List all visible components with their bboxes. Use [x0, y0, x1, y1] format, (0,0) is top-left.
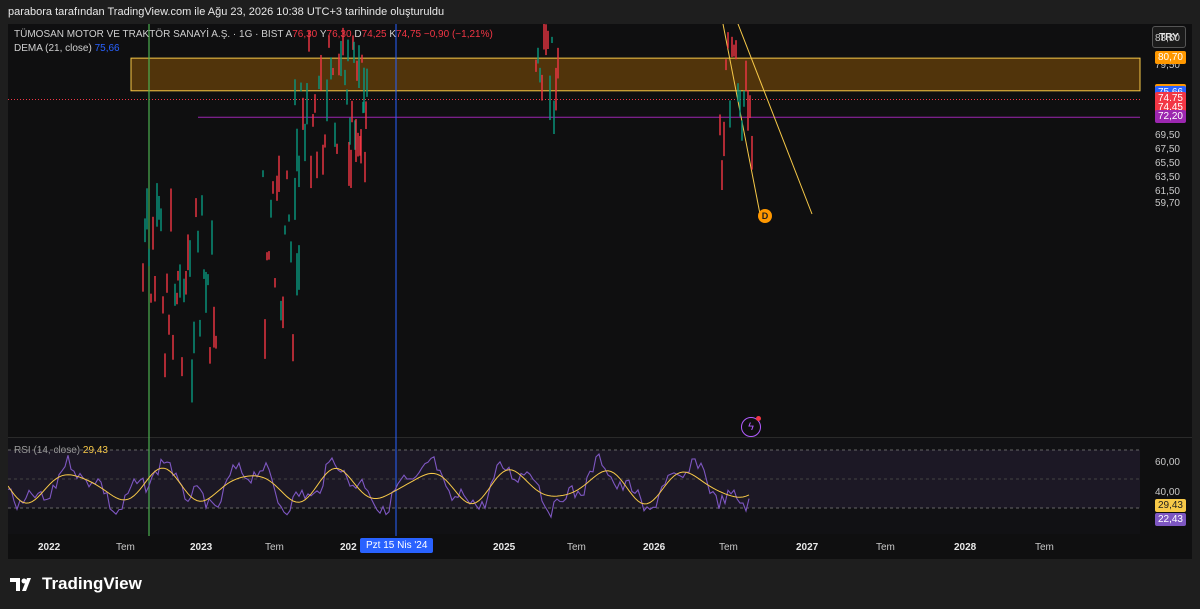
time-tick: Tem: [1035, 542, 1054, 553]
price-tick: 63,50: [1154, 171, 1180, 183]
time-tick: 2025: [493, 542, 516, 553]
price-badge: 72,20: [1154, 110, 1186, 124]
time-tick: 2027: [796, 542, 819, 553]
low-value: 74,25: [361, 29, 387, 40]
change-value: −0,90 (−1,21%): [423, 29, 493, 40]
footer: TradingView: [0, 559, 1200, 609]
top-caption-bar: parabora tarafından TradingView.com ile …: [0, 0, 1200, 24]
alert-dot-icon: [756, 416, 761, 421]
time-tick: Tem: [567, 542, 586, 553]
price-tick: 83,50: [1154, 32, 1180, 44]
dema-value: 75,66: [94, 43, 120, 54]
high-value: 76,30: [326, 29, 352, 40]
time-tick: Tem: [876, 542, 895, 553]
tradingview-logo-icon: [10, 578, 31, 591]
rsi-badge: 22,43: [1154, 513, 1186, 526]
trendline-1: [722, 24, 761, 215]
time-tick: 202: [340, 542, 357, 553]
time-tick: 2028: [954, 542, 977, 553]
rsi-legend[interactable]: RSI (14, close) 29,43: [14, 445, 108, 456]
price-badge: 80,70: [1154, 51, 1186, 65]
rsi-tick: 60,00: [1154, 457, 1180, 468]
time-tick: 2023: [190, 542, 213, 553]
price-tick: 69,50: [1154, 129, 1180, 141]
time-tick: 2022: [38, 542, 61, 553]
brand-name: TradingView: [42, 574, 142, 593]
open-value: 76,30: [292, 29, 318, 40]
time-tick: 2026: [643, 542, 666, 553]
time-tick: Tem: [116, 542, 135, 553]
ohlc-legend: TÜMOSAN MOTOR VE TRAKTÖR SANAYİ A.Ş. · 1…: [14, 29, 493, 40]
time-tick: Tem: [719, 542, 738, 553]
price-tick: 61,50: [1154, 185, 1180, 197]
low-label: D: [354, 29, 362, 40]
rsi-badge: 29,43: [1154, 499, 1186, 512]
price-tick: 67,50: [1154, 143, 1180, 155]
chart-pane[interactable]: TÜMOSAN MOTOR VE TRAKTÖR SANAYİ A.Ş. · 1…: [8, 24, 1192, 559]
rsi-tick: 40,00: [1154, 487, 1180, 498]
symbol-title[interactable]: TÜMOSAN MOTOR VE TRAKTÖR SANAYİ A.Ş. · 1…: [14, 29, 283, 40]
rsi-value: 29,43: [82, 445, 108, 456]
resistance-zone: [130, 57, 1141, 92]
high-label: Y: [319, 29, 327, 40]
price-tick: 59,70: [1154, 198, 1180, 210]
dema-legend[interactable]: DEMA (21, close) 75,66: [14, 43, 120, 54]
trendline-2: [737, 24, 813, 215]
d-marker[interactable]: D: [758, 209, 772, 223]
crosshair-date-label: Pzt 15 Nis '24: [360, 538, 434, 553]
rsi-label: RSI (14, close): [14, 445, 81, 456]
alert-flash-icon[interactable]: ϟ: [741, 416, 761, 437]
time-tick: Tem: [265, 542, 284, 553]
chart-canvas[interactable]: [8, 24, 1192, 559]
dema-label: DEMA (21, close): [14, 43, 92, 54]
price-tick: 65,50: [1154, 157, 1180, 169]
snapshot-caption: parabora tarafından TradingView.com ile …: [8, 6, 445, 18]
tradingview-logo[interactable]: TradingView: [10, 574, 142, 594]
close-value: 74,75: [396, 29, 422, 40]
